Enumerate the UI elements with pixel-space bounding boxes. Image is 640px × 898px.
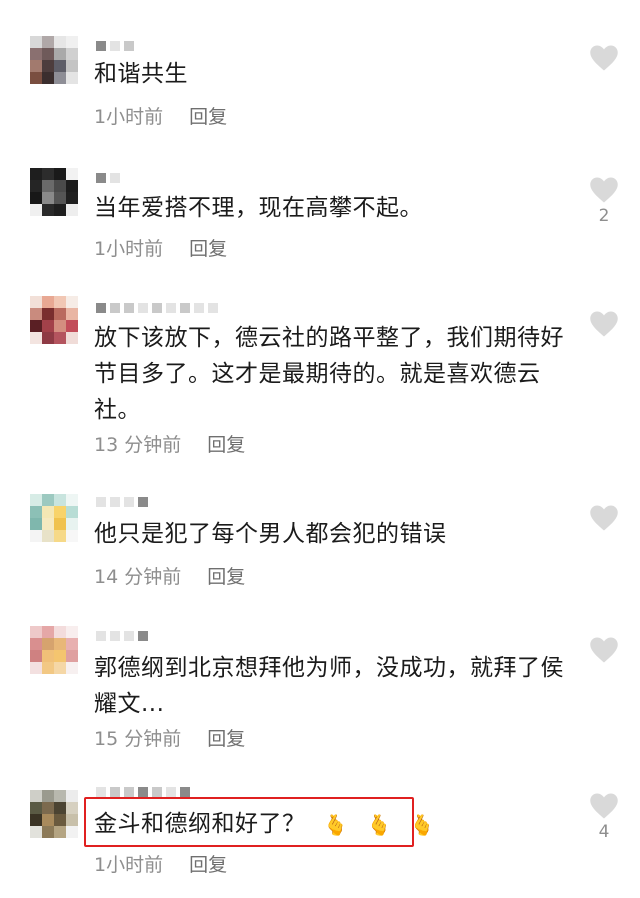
- comment-time: 13 分钟前: [94, 434, 182, 456]
- username-redacted[interactable]: [96, 172, 120, 184]
- like-button[interactable]: [586, 504, 622, 534]
- comment-time: 1小时前: [94, 238, 164, 260]
- comment-meta: 13 分钟前 回复: [94, 430, 245, 457]
- avatar[interactable]: [30, 296, 84, 350]
- username-redacted[interactable]: [96, 40, 134, 52]
- username-redacted[interactable]: [96, 302, 218, 314]
- comment-meta: 15 分钟前 回复: [94, 724, 245, 751]
- comment-time: 14 分钟前: [94, 566, 182, 588]
- username-redacted[interactable]: [96, 630, 148, 642]
- reply-button[interactable]: 回复: [189, 102, 227, 129]
- heart-icon: [590, 311, 618, 337]
- comment-text: 金斗和德纲和好了？ 🫰 🫰 🫰: [94, 806, 574, 843]
- heart-icon: [590, 505, 618, 531]
- reply-button[interactable]: 回复: [189, 234, 227, 261]
- heart-icon: [590, 637, 618, 663]
- like-count: 4: [598, 822, 610, 842]
- like-button[interactable]: 4: [586, 792, 622, 842]
- like-button[interactable]: [586, 636, 622, 666]
- finger-heart-emoji: 🫰: [323, 812, 349, 837]
- comment-text: 放下该放下，德云社的路平整了，我们期待好节目多了。这才是最期待的。就是喜欢德云社…: [94, 325, 564, 423]
- comment-time: 15 分钟前: [94, 728, 182, 750]
- comment-text: 和谐共生: [94, 61, 188, 87]
- comment-time: 1小时前: [94, 854, 164, 876]
- comment-meta: 1小时前 回复: [94, 234, 227, 261]
- comment-time: 1小时前: [94, 106, 164, 128]
- finger-heart-emoji: 🫰: [409, 812, 436, 837]
- avatar[interactable]: [30, 168, 84, 222]
- like-button[interactable]: [586, 310, 622, 340]
- username-redacted[interactable]: [96, 496, 148, 508]
- reply-button[interactable]: 回复: [207, 430, 245, 457]
- reply-button[interactable]: 回复: [207, 562, 245, 589]
- heart-icon: [590, 793, 618, 819]
- avatar[interactable]: [30, 626, 84, 680]
- heart-icon: [590, 177, 618, 203]
- comment-text-body: 金斗和德纲和好了？: [94, 811, 306, 837]
- comment-meta: 14 分钟前 回复: [94, 562, 245, 589]
- comment-meta: 1小时前 回复: [94, 850, 227, 877]
- finger-heart-emoji: 🫰: [366, 812, 392, 837]
- avatar[interactable]: [30, 494, 84, 548]
- like-count: 2: [598, 206, 610, 226]
- comment-text: 郭德纲到北京想拜他为师，没成功，就拜了侯耀文...: [94, 655, 564, 717]
- avatar[interactable]: [30, 790, 84, 844]
- like-button[interactable]: 2: [586, 176, 622, 226]
- heart-icon: [590, 45, 618, 71]
- avatar[interactable]: [30, 36, 84, 90]
- comment-text: 他只是犯了每个男人都会犯的错误: [94, 521, 447, 547]
- comment-text: 当年爱搭不理，现在高攀不起。: [94, 195, 423, 221]
- comment-meta: 1小时前 回复: [94, 102, 227, 129]
- like-button[interactable]: [586, 44, 622, 74]
- reply-button[interactable]: 回复: [207, 724, 245, 751]
- reply-button[interactable]: 回复: [189, 850, 227, 877]
